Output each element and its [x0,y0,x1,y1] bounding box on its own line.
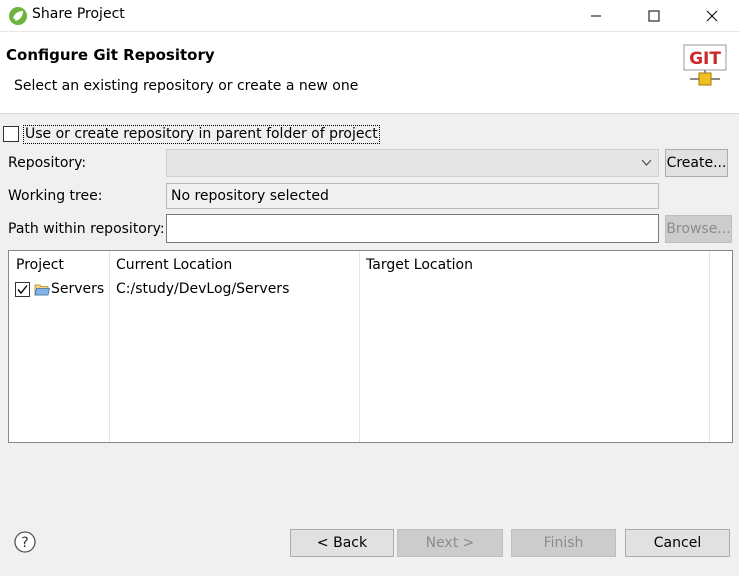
column-header-project[interactable]: Project [16,257,64,273]
page-description: Select an existing repository or create … [14,78,359,94]
column-header-current-location[interactable]: Current Location [116,257,232,273]
cancel-button[interactable]: Cancel [625,529,730,557]
path-within-repository-input[interactable] [166,214,659,243]
wizard-header: Configure Git Repository Select an exist… [0,32,739,114]
close-button[interactable] [689,0,735,32]
create-button[interactable]: Create... [665,149,728,177]
use-parent-folder-label[interactable]: Use or create repository in parent folde… [23,124,380,144]
working-tree-field: No repository selected [166,183,659,209]
cancel-button-label: Cancel [653,535,702,551]
minimize-button[interactable] [573,0,619,32]
window-title: Share Project [32,6,125,22]
chevron-down-icon [641,159,652,166]
repository-label: Repository: [8,155,87,171]
project-name: Servers [51,281,105,297]
svg-text:?: ? [21,535,28,551]
maximize-button[interactable] [631,0,677,32]
next-button-label: Next > [425,535,475,551]
help-icon[interactable]: ? [14,531,36,553]
working-tree-label: Working tree: [8,188,103,204]
next-button[interactable]: Next > [397,529,503,557]
project-table: Project Current Location Target Location… [8,250,733,443]
project-checkbox[interactable] [15,282,30,297]
repository-combo[interactable] [166,149,659,177]
finish-button-label: Finish [543,535,584,551]
title-bar: Share Project [0,0,739,32]
checkmark-icon [17,285,28,295]
finish-button[interactable]: Finish [511,529,616,557]
git-logo-icon: GIT [683,44,727,86]
back-button[interactable]: < Back [290,529,394,557]
project-folder-icon [34,284,50,296]
path-within-repository-label: Path within repository: [8,221,165,237]
maximize-icon [648,10,660,22]
git-logo-text: GIT [689,49,721,69]
spring-leaf-icon [9,7,27,25]
browse-button[interactable]: Browse... [665,215,732,243]
page-title: Configure Git Repository [6,46,215,64]
column-header-target-location[interactable]: Target Location [366,257,473,273]
use-parent-folder-checkbox[interactable] [3,126,19,142]
back-button-label: < Back [316,535,368,551]
current-location: C:/study/DevLog/Servers [116,281,290,297]
minimize-icon [591,15,601,17]
use-parent-folder-option[interactable]: Use or create repository in parent folde… [3,124,380,144]
table-row[interactable]: Servers C:/study/DevLog/Servers [9,279,732,301]
close-icon [706,10,718,22]
